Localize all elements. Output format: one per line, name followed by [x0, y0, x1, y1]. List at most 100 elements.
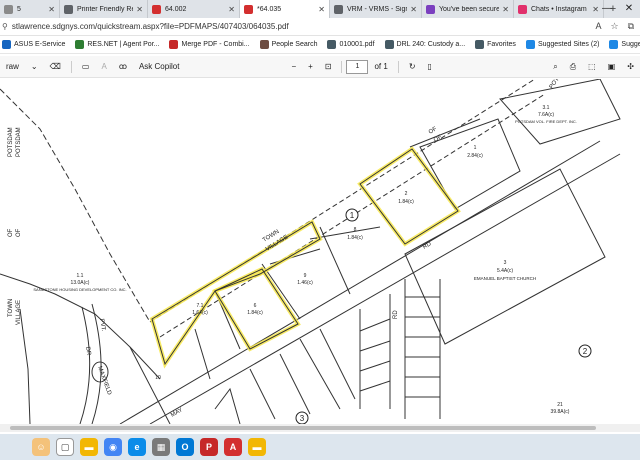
of-label-diag-2: OF	[433, 134, 444, 144]
acrobat-icon[interactable]: A	[224, 438, 242, 456]
bookmark-item[interactable]: Suggested Sites (2)	[525, 40, 599, 49]
parcel-fire-dept	[499, 79, 621, 145]
highlighted-parcel	[149, 219, 323, 369]
lot-2-number: 2	[405, 191, 408, 197]
horizontal-scrollbar[interactable]	[0, 424, 640, 432]
bookmark-item[interactable]: ASUS E-Service	[2, 40, 65, 49]
outlook-icon[interactable]: O	[176, 438, 194, 456]
browser-tab[interactable]: 64.002 ✕	[148, 0, 240, 18]
chrome-icon[interactable]: ◉	[104, 438, 122, 456]
close-tab-icon[interactable]: ✕	[502, 5, 509, 14]
bookmark-item[interactable]: 010001.pdf	[327, 40, 375, 49]
bookmark-item[interactable]: People Search	[259, 40, 318, 49]
close-tab-icon[interactable]: ✕	[48, 5, 55, 14]
bookmark-item[interactable]: RES.NET | Agent Por...	[75, 40, 159, 49]
edge-icon[interactable]: e	[128, 438, 146, 456]
bookmark-item[interactable]: Favorites	[475, 40, 516, 49]
lot-6-number: 6	[254, 303, 257, 309]
zoom-in-button[interactable]: +	[308, 62, 313, 71]
close-tab-icon[interactable]: ✕	[228, 5, 235, 14]
favorite-star-icon[interactable]: ☆	[610, 21, 618, 32]
bookmark-label: DRL 240: Custody a...	[396, 41, 466, 48]
pdf-app-icon[interactable]: P	[200, 438, 218, 456]
browser-tab[interactable]: You've been securely ✕	[422, 0, 514, 18]
browser-tab[interactable]: *64.035 ✕	[240, 0, 330, 18]
page-number-input[interactable]: 1	[346, 59, 369, 74]
potsdam-label-left: POTSDAM	[8, 127, 14, 157]
lot-21-acres: 39.8A(c)	[551, 409, 570, 415]
search-icon[interactable]: ⌕	[553, 62, 557, 72]
save-icon[interactable]: ⬚	[588, 62, 596, 71]
of-label-left-2: OF	[16, 228, 22, 237]
tab-title: 5	[17, 5, 21, 13]
may-label: MAY	[170, 407, 184, 418]
tab-favicon-icon	[426, 4, 435, 14]
chevron-down-icon[interactable]: ⌄	[31, 62, 38, 71]
tab-favicon-icon	[244, 4, 253, 14]
extensions-icon[interactable]: ⧉	[628, 21, 634, 32]
scrollbar-thumb[interactable]	[10, 426, 596, 430]
rd-label-2: RD	[393, 310, 399, 319]
bookmark-favicon-icon	[384, 40, 394, 49]
browser-tab[interactable]: VRM - VRMS - Sign I ✕	[330, 0, 422, 18]
print-icon[interactable]: ⎙	[570, 62, 576, 72]
lot-21-number: 21	[557, 402, 563, 408]
browser-tab[interactable]: Chats • Instagram ✕	[514, 0, 604, 18]
minimize-button[interactable]: —	[596, 0, 618, 18]
rotate-icon[interactable]: ↻	[409, 62, 416, 71]
browser-tab[interactable]: Printer Friendly Repo✕	[60, 0, 148, 18]
font-icon[interactable]: A	[101, 62, 106, 71]
settings-icon[interactable]: ✣	[627, 62, 634, 71]
read-aloud-icon[interactable]: ꝏ	[119, 62, 127, 71]
close-tab-icon[interactable]: ✕	[318, 5, 325, 14]
save-as-icon[interactable]: ▣	[608, 62, 616, 71]
lot-grid	[249, 279, 441, 420]
site-info-icon[interactable]: ⚲	[2, 22, 8, 31]
draw-button[interactable]: raw	[6, 62, 19, 71]
fire-dept-lot: 3.1	[543, 105, 550, 111]
section-circle-1-label: 1	[350, 211, 355, 220]
close-tab-icon[interactable]: ✕	[410, 5, 417, 14]
bookmark-item[interactable]: Suggested Sites (3)	[609, 40, 640, 49]
lot-8-number: 8	[354, 227, 357, 233]
bookmark-item[interactable]: Merge PDF - Combi...	[169, 40, 250, 49]
town-label-left: TOWN	[8, 299, 14, 317]
ask-copilot-button[interactable]: Ask Copilot	[139, 62, 179, 71]
bookmark-favicon-icon	[75, 40, 85, 49]
highlighted-parcel	[357, 146, 461, 247]
close-window-button[interactable]: ✕	[618, 0, 640, 18]
of-label-diag: OF	[428, 126, 439, 136]
lot-line	[214, 387, 241, 424]
potsdam-corner-label: POTSDAM	[549, 79, 571, 90]
lot-9-acres: 1.46(c)	[297, 280, 313, 286]
store-icon[interactable]: ▦	[152, 438, 170, 456]
pdf-document-view[interactable]: 1 2 3 POTSDAM POTSDAM OF OF TOWN VILLAGE…	[0, 79, 640, 424]
browser-tab[interactable]: 5 ✕	[0, 0, 60, 18]
bookmark-item[interactable]: DRL 240: Custody a...	[384, 40, 466, 49]
widgets-icon[interactable]: ☺	[32, 438, 50, 456]
url-field[interactable]: stlawrence.sdgnys.com/quickstream.aspx?f…	[12, 22, 596, 31]
page-view-icon[interactable]: ▯	[428, 62, 432, 71]
eraser-icon[interactable]: ⌫	[50, 62, 61, 71]
folder-icon[interactable]: ▬	[248, 438, 266, 456]
bookmark-favicon-icon	[2, 40, 11, 49]
bookmark-label: Favorites	[487, 41, 516, 48]
bookmark-label: People Search	[271, 41, 318, 48]
lot-line	[409, 118, 481, 148]
tab-title: You've been securely	[439, 5, 500, 13]
text-icon[interactable]: ▭	[82, 62, 90, 71]
lot-3-acres: 5.4A(c)	[497, 268, 513, 274]
zoom-out-button[interactable]: −	[291, 62, 296, 71]
close-tab-icon[interactable]: ✕	[136, 5, 143, 14]
bookmark-label: ASUS E-Service	[14, 41, 66, 48]
file-explorer-icon[interactable]: ▬	[80, 438, 98, 456]
read-aloud-icon[interactable]: A	[595, 21, 601, 32]
fit-page-icon[interactable]: ⊡	[325, 62, 332, 71]
lot-1-number: 1	[474, 145, 477, 151]
tab-title: *64.035	[257, 5, 282, 13]
lot-3-number: 3	[504, 260, 507, 266]
lot-6-acres: 1.84(c)	[247, 310, 263, 316]
task-view-icon[interactable]: ▢	[56, 438, 74, 456]
page-count: of 1	[374, 62, 388, 71]
pvt-label: PVT.	[98, 318, 106, 332]
